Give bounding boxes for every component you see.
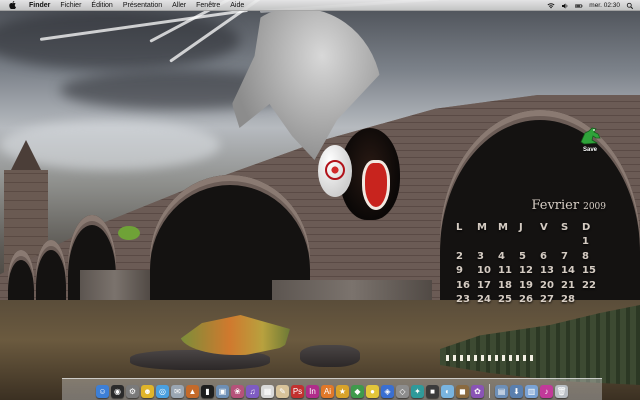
calendar-day: 2 [456,250,463,262]
app-orange-dock-icon[interactable]: Ai [321,385,334,398]
desktop-icon-label: Save [582,147,597,153]
calendar-day: 16 [456,279,470,291]
calendar-header: Fevrier 2009 [531,198,606,213]
dashboard-dock-icon[interactable]: ◉ [111,385,124,398]
calendar-day [498,236,519,249]
calendar-month: Fevrier [531,198,580,213]
app-magenta-dock-icon[interactable]: In [306,385,319,398]
calendar-dock-icon[interactable]: ▦ [261,385,274,398]
dock: ☺ ◉ ⚙ ☻ ◎ ✉ ▲ ▮ ▣ ❀ ♫ ▦ ✎ Ps In Ai ★ ◆ ● ◈ ◇ ✦ ■ ◐ ◼ ✿ ▤ ⬇ ▥ ♪ 🗑 [62,378,602,400]
downloads-stack-dock-icon[interactable]: ⬇ [510,385,523,398]
calendar-day [456,236,477,249]
documents-stack-dock-icon[interactable]: ▤ [495,385,508,398]
calendar-day [582,294,603,307]
mail-dock-icon[interactable]: ✉ [171,385,184,398]
calendar-day: 10 [477,265,491,276]
app-purple-dock-icon[interactable]: ✿ [471,385,484,398]
ichat-dock-icon[interactable]: ☻ [141,385,154,398]
volume-icon[interactable] [561,2,569,10]
safari-dock-icon[interactable]: ◎ [156,385,169,398]
app-green-dock-icon[interactable]: ◆ [351,385,364,398]
menu-aide[interactable]: Aide [225,0,249,11]
rocket-dock-icon[interactable]: ▲ [186,385,199,398]
calendar-widget: Fevrier 2009 L M M J V S D 1 2 3 4 5 6 7 8 9 10 11 12 13 14 1… [456,198,606,308]
menu-clock[interactable]: mer. 02:30 [589,2,620,9]
calendar-day-header: S [561,222,569,233]
menu-extras: mer. 02:30 [547,0,634,11]
menu-presentation[interactable]: Présentation [118,0,167,11]
calendar-day: 18 [498,279,512,291]
calendar-day: 6 [540,250,547,262]
app-dark-dock-icon[interactable]: ■ [426,385,439,398]
calendar-day: 26 [519,294,533,305]
calendar-day: 3 [477,250,484,262]
menu-finder[interactable]: Finder [24,0,55,11]
calendar-day [540,236,561,249]
save-drive-icon [580,127,601,145]
calendar-day: 13 [540,265,554,276]
spotlight-icon[interactable] [626,2,634,10]
folder-dock-icon[interactable]: ▥ [525,385,538,398]
calendar-day [477,236,498,249]
calendar-day: 28 [561,294,575,305]
app-grey-dock-icon[interactable]: ◇ [396,385,409,398]
app-wood-dock-icon[interactable]: ◼ [456,385,469,398]
calendar-day: 14 [561,265,575,276]
app-teal-dock-icon[interactable]: ✦ [411,385,424,398]
calendar-day: 19 [519,279,533,291]
calendar-year: 2009 [583,202,606,212]
finder-dock-icon[interactable]: ☺ [96,385,109,398]
calendar-day: 24 [477,294,491,305]
calendar-day: 11 [498,265,512,276]
calendar-day: 27 [540,294,554,305]
app-blue-dock-icon[interactable]: ◈ [381,385,394,398]
calendar-day: 12 [519,265,533,276]
apple-menu-icon[interactable] [8,1,17,10]
calendar-day: 4 [498,250,505,262]
wifi-icon[interactable] [547,2,555,10]
app-yellow-dock-icon[interactable]: ● [366,385,379,398]
calendar-day-header: D [582,222,591,233]
menu-fichier[interactable]: Fichier [55,0,86,11]
app-gold-dock-icon[interactable]: ★ [336,385,349,398]
calendar-day: 8 [582,250,589,262]
calendar-day-header: M [477,222,487,233]
photo-dock-icon[interactable]: ❀ [231,385,244,398]
trash-dock-icon[interactable]: 🗑 [555,385,568,398]
menu-edition[interactable]: Édition [86,0,117,11]
app-red-dock-icon[interactable]: Ps [291,385,304,398]
calendar-day: 25 [498,294,512,305]
itunes-dock-icon[interactable]: ♫ [246,385,259,398]
calendar-day-header: M [498,222,508,233]
calendar-day-header: L [456,222,463,233]
calendar-day: 1 [582,236,589,247]
dock-separator [489,384,490,398]
calendar-day: 21 [561,279,575,291]
preview-dock-icon[interactable]: ▣ [216,385,229,398]
app-lightblue-dock-icon[interactable]: ◐ [441,385,454,398]
calendar-day [561,236,582,249]
itunes-mini-dock-icon[interactable]: ♪ [540,385,553,398]
menu-bar: Finder Fichier Édition Présentation Alle… [0,0,640,11]
desktop-icon-save[interactable]: Save [572,126,608,153]
calendar-day: 5 [519,250,526,262]
calendar-day: 23 [456,294,470,305]
calendar-day [519,236,540,249]
calendar-day: 9 [456,265,463,276]
battery-icon[interactable] [575,2,583,10]
menu-fenetre[interactable]: Fenêtre [191,0,225,11]
system-preferences-dock-icon[interactable]: ⚙ [126,385,139,398]
text-editor-dock-icon[interactable]: ✎ [276,385,289,398]
calendar-grid: L M M J V S D 1 2 3 4 5 6 7 8 9 10 11 12 13 14 15 16 17 18 19 20 21… [456,222,606,307]
calendar-day-header: V [540,222,548,233]
calendar-day: 22 [582,279,596,291]
calendar-day: 20 [540,279,554,291]
calendar-day: 17 [477,279,491,291]
terminal-dock-icon[interactable]: ▮ [201,385,214,398]
calendar-day: 15 [582,265,596,276]
menu-aller[interactable]: Aller [167,0,191,11]
calendar-day: 7 [561,250,568,262]
calendar-day-header: J [519,222,523,233]
